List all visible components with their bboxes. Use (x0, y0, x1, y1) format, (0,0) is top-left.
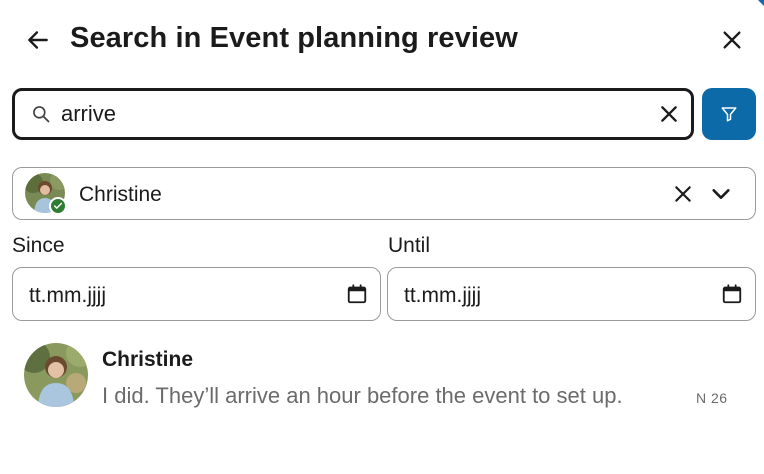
since-date-value: tt.mm.jjjj (29, 284, 106, 307)
clear-search-button[interactable] (655, 100, 683, 128)
avatar (24, 343, 88, 407)
close-icon (723, 31, 741, 49)
until-date-value: tt.mm.jjjj (404, 284, 481, 307)
header: Search in Event planning review (0, 18, 764, 62)
until-date-field[interactable]: tt.mm.jjjj (387, 267, 756, 321)
corner-accent (758, 0, 764, 6)
verified-badge (49, 197, 67, 215)
since-label: Since (12, 234, 65, 257)
check-icon (53, 202, 63, 209)
until-label: Until (388, 234, 431, 257)
filter-button[interactable] (702, 88, 756, 140)
back-button[interactable] (18, 20, 58, 60)
close-button[interactable] (712, 20, 752, 60)
result-message: I did. They’ll arrive an hour before the… (102, 383, 623, 408)
since-date-field[interactable]: tt.mm.jjjj (12, 267, 381, 321)
search-result-item[interactable]: Christine I did. They’ll arrive an hour … (0, 335, 764, 415)
calendar-icon[interactable] (346, 283, 368, 305)
filter-icon (721, 107, 737, 122)
page-title: Search in Event planning review (70, 22, 518, 54)
result-date: N 26 (696, 390, 728, 406)
selected-user-name: Christine (79, 183, 162, 206)
search-box (12, 88, 694, 140)
close-icon (661, 106, 677, 122)
search-input[interactable] (61, 99, 621, 129)
chevron-down-icon (712, 189, 730, 199)
result-author: Christine (102, 348, 194, 371)
user-filter-select[interactable]: Christine (12, 167, 756, 220)
close-icon (675, 186, 691, 202)
calendar-icon[interactable] (721, 283, 743, 305)
arrow-left-icon (28, 31, 48, 49)
search-icon (33, 106, 50, 123)
user-dropdown-toggle[interactable] (707, 180, 735, 208)
avatar (25, 173, 67, 215)
clear-user-button[interactable] (669, 180, 697, 208)
